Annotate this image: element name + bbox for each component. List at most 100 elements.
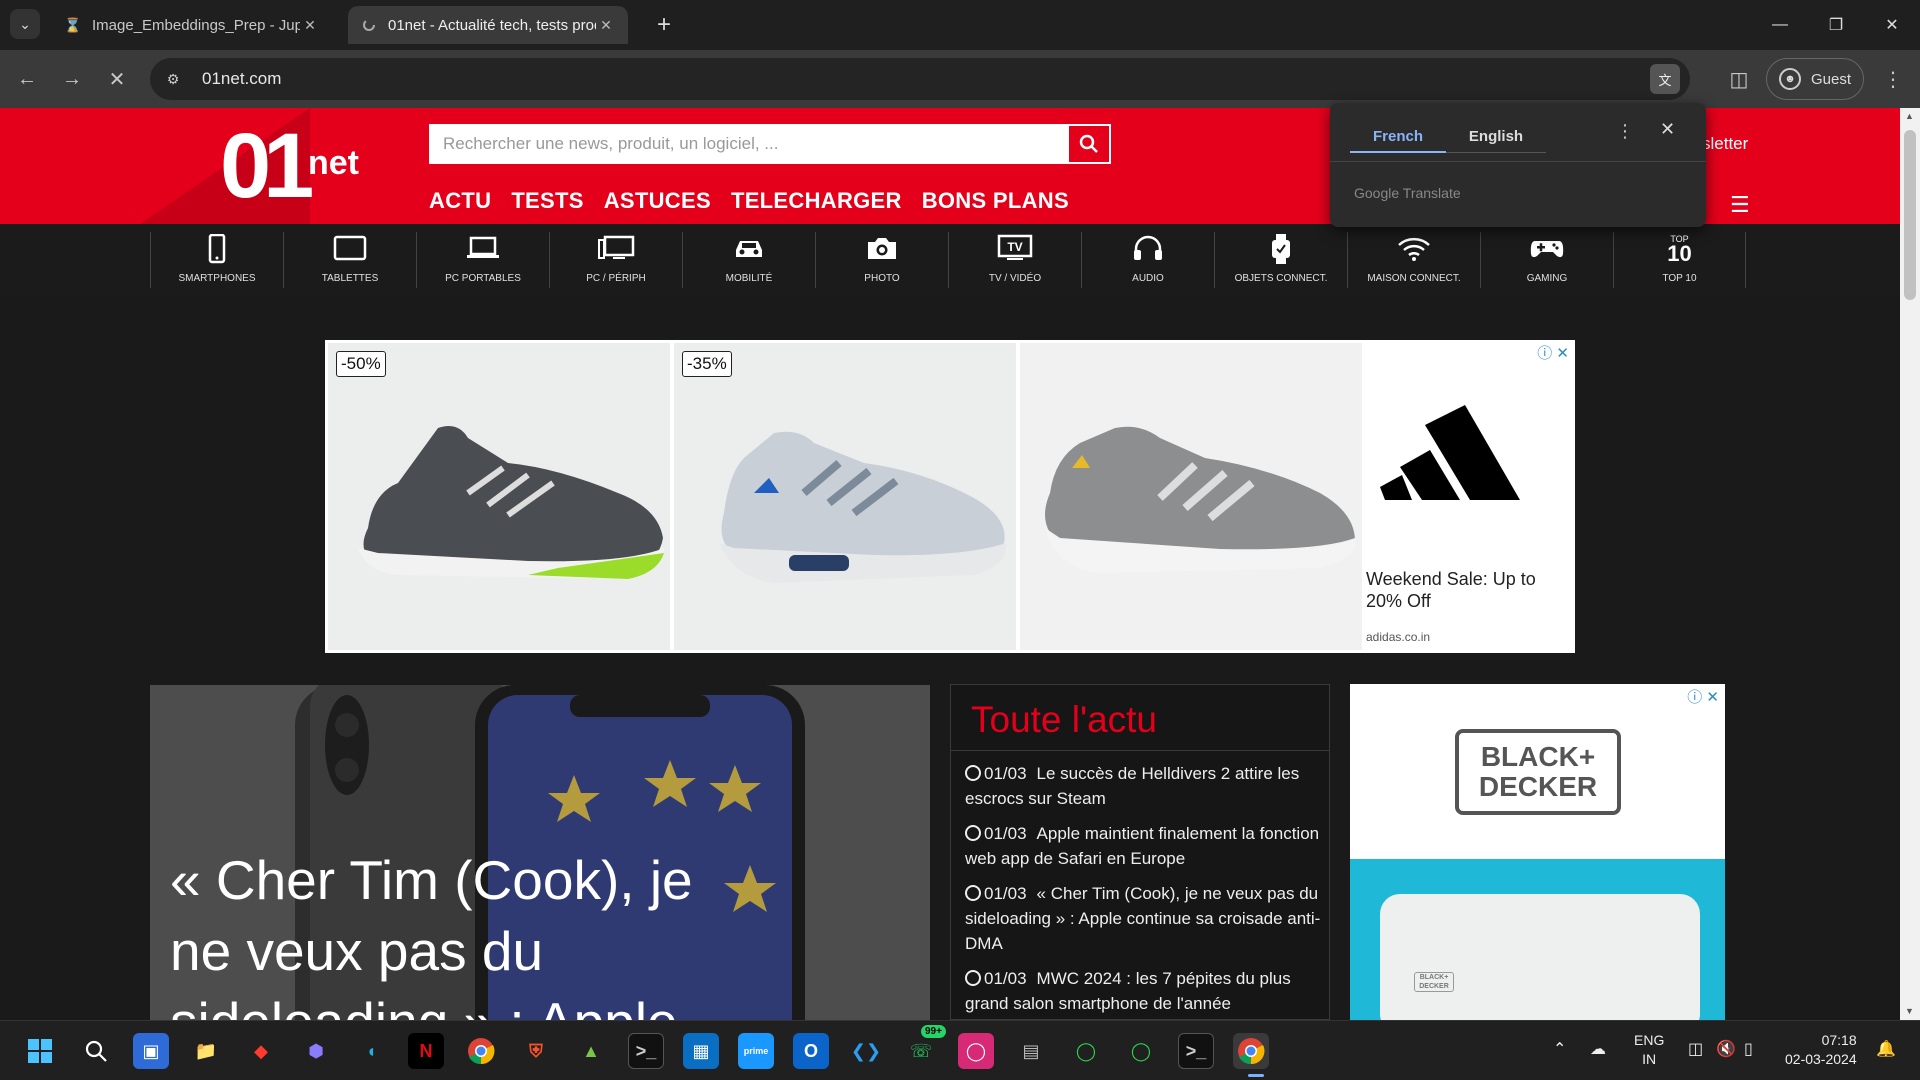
category-smartphones[interactable]: SMARTPHONES — [150, 232, 283, 288]
newsletter-link[interactable]: sletter — [1702, 134, 1748, 154]
nav-actu[interactable]: ACTU — [429, 188, 491, 214]
site-logo[interactable]: 01 — [220, 120, 314, 212]
side-panel-button[interactable]: ◫ — [1722, 62, 1756, 96]
new-tab-button[interactable]: + — [650, 11, 678, 39]
translate-target-tab[interactable]: English — [1446, 121, 1546, 153]
start-button[interactable] — [22, 1033, 58, 1069]
scroll-up-icon[interactable]: ▲ — [1905, 111, 1914, 121]
loader-app-1[interactable]: ◯ — [1068, 1033, 1104, 1069]
photos-icon: ▲ — [582, 1040, 600, 1061]
forward-button[interactable]: → — [55, 62, 89, 96]
ad-domain[interactable]: adidas.co.in — [1366, 630, 1430, 644]
close-tab-icon[interactable]: ✕ — [596, 15, 616, 35]
anydesk-app[interactable]: ◆ — [243, 1033, 279, 1069]
prime-video-app[interactable]: prime — [738, 1033, 774, 1069]
category-objets-connectes[interactable]: OBJETS CONNECT. — [1214, 232, 1347, 288]
chevron-up-icon[interactable]: ⌃ — [1553, 1039, 1566, 1059]
browser-tab-01net[interactable]: 01net - Actualité tech, tests produits ✕ — [348, 6, 628, 44]
page-scrollbar[interactable]: ▲ ▼ — [1900, 108, 1920, 1020]
battery-icon[interactable]: ▯ — [1744, 1039, 1753, 1059]
search-button[interactable] — [1069, 126, 1109, 162]
close-icon[interactable]: ✕ — [1660, 119, 1675, 140]
clock[interactable]: 07:18 02-03-2024 — [1785, 1031, 1857, 1069]
category-maison-connectee[interactable]: MAISON CONNECT. — [1347, 232, 1480, 288]
nav-astuces[interactable]: ASTUCES — [604, 188, 711, 214]
notification-bell-icon[interactable]: 🔔 — [1876, 1039, 1896, 1059]
category-audio[interactable]: AUDIO — [1081, 232, 1214, 288]
site-info-icon[interactable]: ⚙ — [158, 64, 188, 94]
ad-tagline[interactable]: Weekend Sale: Up to 20% Off — [1366, 568, 1566, 612]
more-options-icon[interactable]: ⋮ — [1616, 121, 1634, 142]
category-tv-video[interactable]: TV TV / VIDÉO — [948, 232, 1081, 288]
photos-app[interactable]: ▲ — [573, 1033, 609, 1069]
search-input[interactable] — [431, 126, 1071, 162]
file-app[interactable]: ▦ — [683, 1033, 719, 1069]
language-indicator[interactable]: ENG IN — [1634, 1031, 1664, 1069]
netflix-app[interactable]: N — [408, 1033, 444, 1069]
browser-menu-button[interactable]: ⋮ — [1876, 62, 1910, 96]
cloud-icon[interactable]: ☁ — [1590, 1039, 1606, 1059]
powershell-app[interactable]: >_ — [1178, 1033, 1214, 1069]
scrollbar-thumb[interactable] — [1904, 130, 1916, 300]
store-app[interactable]: ▣ — [133, 1033, 169, 1069]
news-item[interactable]: 01/03 « Cher Tim (Cook), je ne veux pas d… — [965, 881, 1325, 956]
stop-loading-button[interactable]: ✕ — [100, 62, 134, 96]
site-logo-suffix[interactable]: net — [308, 144, 359, 183]
search-button[interactable] — [78, 1033, 114, 1069]
category-pc-portables[interactable]: PC PORTABLES — [416, 232, 549, 288]
translate-icon[interactable]: 文 — [1650, 64, 1680, 94]
terminal-app[interactable]: >_ — [628, 1033, 664, 1069]
translate-source-tab[interactable]: French — [1350, 121, 1446, 153]
vscode-app[interactable]: ❮❯ — [848, 1033, 884, 1069]
news-item[interactable]: 01/03 Apple maintient finalement la fonct… — [965, 821, 1325, 871]
ad-product-1[interactable]: -50% — [328, 343, 670, 650]
browser-tab-jupyter[interactable]: ⌛ Image_Embeddings_Prep - Jupyter ✕ — [52, 6, 332, 44]
category-gaming[interactable]: GAMING — [1480, 232, 1613, 288]
profile-button[interactable]: ☻ Guest — [1766, 58, 1864, 100]
address-bar[interactable]: ⚙ 01net.com 文 — [150, 58, 1690, 100]
file-explorer-app[interactable]: 📁 — [188, 1033, 224, 1069]
category-pc-periph[interactable]: PC / PÉRIPH — [549, 232, 682, 288]
tab-search-button[interactable]: ⌄ — [10, 9, 40, 39]
news-item[interactable]: 01/03 Le succès de Helldivers 2 attire le… — [965, 761, 1325, 811]
scroll-down-icon[interactable]: ▼ — [1905, 1006, 1914, 1016]
hero-title[interactable]: « Cher Tim (Cook), je ne veux pas du sid… — [170, 845, 730, 1020]
close-tab-icon[interactable]: ✕ — [300, 15, 320, 35]
menu-icon[interactable]: ☰ — [1730, 192, 1750, 218]
news-item[interactable]: 01/03 MWC 2024 : les 7 pépites du plus gr… — [965, 966, 1325, 1016]
network-icon[interactable]: ◫ — [1688, 1039, 1703, 1059]
news-feed-title[interactable]: Toute l'actu — [951, 685, 1329, 751]
nav-telecharger[interactable]: TELECHARGER — [731, 188, 902, 214]
category-top-10[interactable]: TOP 10 TOP 10 — [1613, 232, 1746, 288]
category-tablettes[interactable]: TABLETTES — [283, 232, 416, 288]
copilot-app[interactable]: ⬢ — [298, 1033, 334, 1069]
chrome-app-active[interactable] — [1233, 1033, 1269, 1069]
outlook-app[interactable]: O — [793, 1033, 829, 1069]
ad-info-icon[interactable]: ⓘ ✕ — [1687, 686, 1719, 707]
window-app[interactable]: ▤ — [1013, 1033, 1049, 1069]
loader-app-2[interactable]: ◯ — [1123, 1033, 1159, 1069]
hero-article[interactable]: « Cher Tim (Cook), je ne veux pas du sid… — [150, 685, 930, 1020]
chrome-icon — [1238, 1038, 1265, 1065]
brave-app[interactable]: ⛨ — [518, 1033, 554, 1069]
url-text[interactable]: 01net.com — [202, 69, 281, 89]
ad-banner-adidas[interactable]: -50% -35% ⓘ ✕ Weekend Sale: Up to 20% Of… — [325, 340, 1575, 653]
nav-tests[interactable]: TESTS — [511, 188, 583, 214]
ad-product-3[interactable] — [1020, 343, 1362, 650]
ad-info-icon[interactable]: ⓘ ✕ — [1537, 342, 1569, 363]
edge-app[interactable]: ◖ — [353, 1033, 389, 1069]
minimize-button[interactable]: — — [1752, 0, 1808, 50]
ad-product-2[interactable]: -35% — [674, 343, 1016, 650]
volume-muted-icon[interactable]: 🔇 — [1716, 1039, 1736, 1059]
outlook-icon: O — [803, 1040, 818, 1061]
category-mobilite[interactable]: MOBILITÉ — [682, 232, 815, 288]
restore-button[interactable]: ❐ — [1808, 0, 1864, 50]
close-window-button[interactable]: ✕ — [1864, 0, 1920, 50]
category-photo[interactable]: PHOTO — [815, 232, 948, 288]
whatsapp-app[interactable]: ☏ 99+ — [903, 1025, 946, 1069]
chrome-app[interactable] — [463, 1033, 499, 1069]
instagram-app[interactable]: ◯ — [958, 1033, 994, 1069]
nav-bons-plans[interactable]: BONS PLANS — [922, 188, 1069, 214]
back-button[interactable]: ← — [10, 62, 44, 96]
ad-banner-black-decker[interactable]: ⓘ ✕ BLACK+ DECKER BLACK+ DECKER — [1350, 684, 1725, 1020]
